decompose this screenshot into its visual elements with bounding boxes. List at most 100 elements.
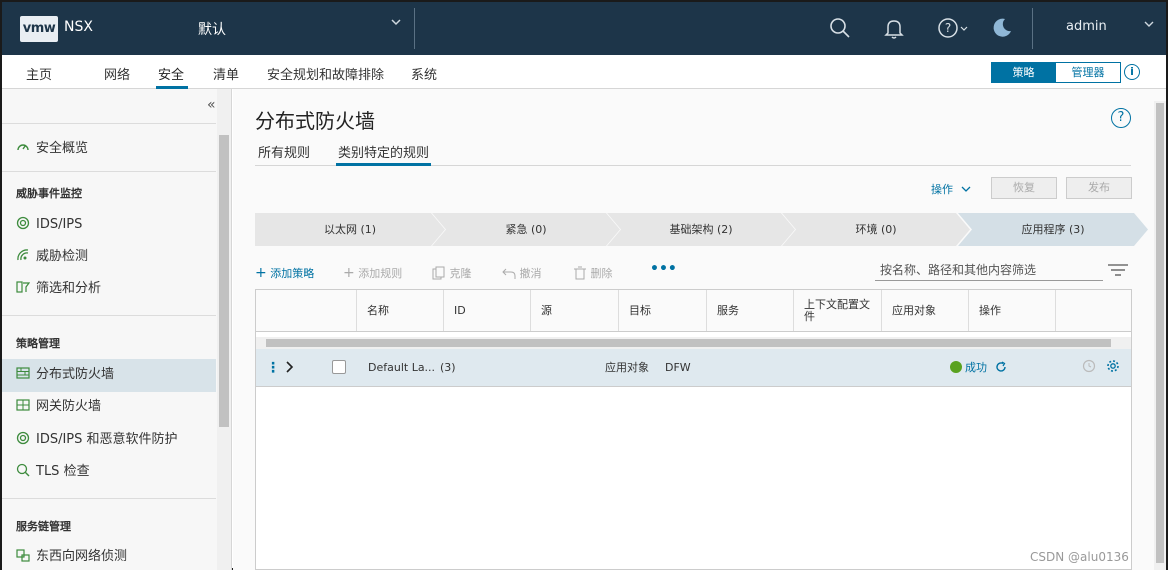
column-context-profile[interactable]: 上下文配置文件 [793, 290, 881, 331]
page-title: 分布式防火墙 [255, 109, 375, 133]
tab-category-rules[interactable]: 类别特定的规则 [338, 142, 429, 161]
scrollbar-thumb[interactable] [219, 135, 229, 427]
manager-mode-button[interactable]: 管理器 [1055, 62, 1121, 83]
main-scrollbar[interactable] [1154, 101, 1166, 570]
revert-button[interactable]: 恢复 [991, 177, 1057, 199]
category-infrastructure[interactable]: 基础架构 (2) [607, 213, 795, 246]
radar-icon [16, 248, 30, 262]
filter-input[interactable]: 按名称、路径和其他内容筛选 [875, 259, 1103, 281]
clone-button[interactable]: 克隆 [432, 265, 472, 281]
moon-icon[interactable] [990, 16, 1014, 40]
success-dot-icon [950, 361, 962, 373]
add-rule-button[interactable]: + 添加规则 [343, 265, 402, 281]
divider [414, 8, 415, 49]
nav-planning[interactable]: 安全规划和故障排除 [267, 64, 384, 83]
user-menu[interactable]: admin [1066, 19, 1107, 34]
divider [2, 171, 216, 172]
clone-icon [432, 266, 445, 280]
column-source[interactable]: 源 [530, 290, 618, 331]
sidebar-scrollbar[interactable] [217, 89, 231, 570]
history-icon[interactable] [1082, 349, 1096, 387]
clone-label: 克隆 [449, 267, 472, 280]
product-name: NSX [64, 19, 93, 35]
chevron-down-icon[interactable] [390, 16, 402, 32]
gauge-icon [16, 140, 30, 154]
nav-security[interactable]: 安全 [158, 64, 184, 83]
category-ethernet[interactable]: 以太网 (1) [255, 213, 445, 246]
bell-icon[interactable] [882, 16, 906, 40]
target-icon [16, 431, 30, 445]
refresh-icon[interactable] [995, 361, 1007, 373]
project-selector[interactable]: 默认 [198, 19, 226, 39]
scrollbar-thumb[interactable] [1156, 103, 1164, 563]
sidebar-item-filter-analysis[interactable]: 筛选和分析 [16, 279, 101, 299]
actions-dropdown[interactable]: 操作 [931, 181, 971, 197]
column-id[interactable]: ID [443, 290, 530, 331]
divider [2, 315, 216, 316]
vmw-logo: vmw [20, 16, 58, 42]
trash-icon [574, 266, 586, 280]
target-icon [16, 216, 30, 230]
nav-inventory[interactable]: 清单 [213, 64, 239, 83]
info-icon[interactable]: i [1124, 64, 1140, 80]
column-applied-to[interactable]: 应用对象 [881, 290, 968, 331]
active-tab-indicator [336, 163, 431, 166]
divider [2, 498, 216, 499]
top-header: vmw NSX 默认 ? admin [2, 2, 1166, 55]
sidebar: « 安全概览 威胁事件监控 IDS/IPS 威胁检测 筛选和分析 策略管理 分布… [2, 89, 232, 570]
network-detect-icon [16, 548, 30, 562]
status-text: 成功 [965, 361, 987, 374]
category-emergency[interactable]: 紧急 (0) [432, 213, 620, 246]
search-lock-icon [16, 463, 30, 477]
column-name[interactable]: 名称 [356, 290, 443, 331]
sidebar-item-overview[interactable]: 安全概览 [16, 139, 88, 159]
column-action[interactable]: 操作 [968, 290, 1056, 331]
sidebar-item-ids-malware[interactable]: IDS/IPS 和恶意软件防护 [16, 430, 178, 450]
watermark: CSDN @alu0136 [1030, 550, 1129, 564]
expand-chevron-icon[interactable] [285, 349, 295, 387]
sidebar-item-ew-detection[interactable]: 东西向网络侦测 [16, 547, 127, 567]
sidebar-item-distributed-firewall[interactable]: 分布式防火墙 [16, 365, 114, 385]
policy-name[interactable]: Default La... [368, 349, 435, 387]
status-badge: 成功 [950, 349, 1007, 387]
section-service-chain: 服务链管理 [16, 520, 71, 533]
filter-analysis-icon [16, 280, 31, 294]
row-checkbox[interactable] [332, 349, 346, 387]
search-icon[interactable] [828, 16, 852, 40]
category-breadcrumb: 以太网 (1) 紧急 (0) 基础架构 (2) 环境 (0) 应用程序 (3) [255, 213, 1148, 246]
policy-mode-button[interactable]: 策略 [991, 62, 1056, 83]
column-services[interactable]: 服务 [706, 290, 793, 331]
gear-icon[interactable] [1106, 349, 1120, 387]
sidebar-item-gateway-firewall[interactable]: 网关防火墙 [16, 397, 101, 417]
nav-system[interactable]: 系统 [411, 64, 437, 83]
publish-button[interactable]: 发布 [1066, 177, 1132, 199]
collapse-sidebar-icon[interactable]: « [207, 97, 216, 113]
drag-handle-icon[interactable]: ⋮ [266, 349, 280, 387]
table-row[interactable]: ⋮ Default La... (3) 应用对象 DFW 成功 [256, 349, 1131, 387]
sidebar-item-label: 分布式防火墙 [36, 367, 115, 382]
scrollbar-thumb[interactable] [266, 339, 1111, 347]
help-menu-icon[interactable]: ? [936, 16, 972, 40]
nav-networking[interactable]: 网络 [104, 64, 130, 83]
applied-to-value[interactable]: DFW [665, 349, 691, 387]
nav-home[interactable]: 主页 [26, 64, 52, 83]
add-policy-button[interactable]: + 添加策略 [255, 265, 314, 281]
undo-button[interactable]: 撤消 [502, 265, 542, 281]
sidebar-item-ids-ips[interactable]: IDS/IPS [16, 215, 82, 235]
tab-all-rules[interactable]: 所有规则 [258, 142, 310, 161]
sidebar-item-label: 安全概览 [36, 141, 89, 156]
category-application[interactable]: 应用程序 (3) [958, 213, 1148, 246]
category-environment[interactable]: 环境 (0) [782, 213, 970, 246]
chevron-down-icon[interactable] [1144, 18, 1154, 32]
more-actions-button[interactable]: ••• [650, 261, 677, 277]
add-policy-label: 添加策略 [270, 267, 315, 280]
sidebar-item-tls-inspection[interactable]: TLS 检查 [16, 462, 90, 482]
grid-header: 名称 ID 源 目标 服务 上下文配置文件 应用对象 操作 [256, 290, 1131, 332]
delete-button[interactable]: 删除 [573, 265, 613, 281]
help-icon[interactable]: ? [1111, 108, 1131, 128]
filter-icon[interactable] [1108, 264, 1128, 276]
column-destination[interactable]: 目标 [618, 290, 706, 331]
chevron-down-icon [961, 186, 970, 192]
sidebar-item-threat-detection[interactable]: 威胁检测 [16, 247, 88, 267]
horizontal-scrollbar[interactable] [256, 337, 1131, 349]
